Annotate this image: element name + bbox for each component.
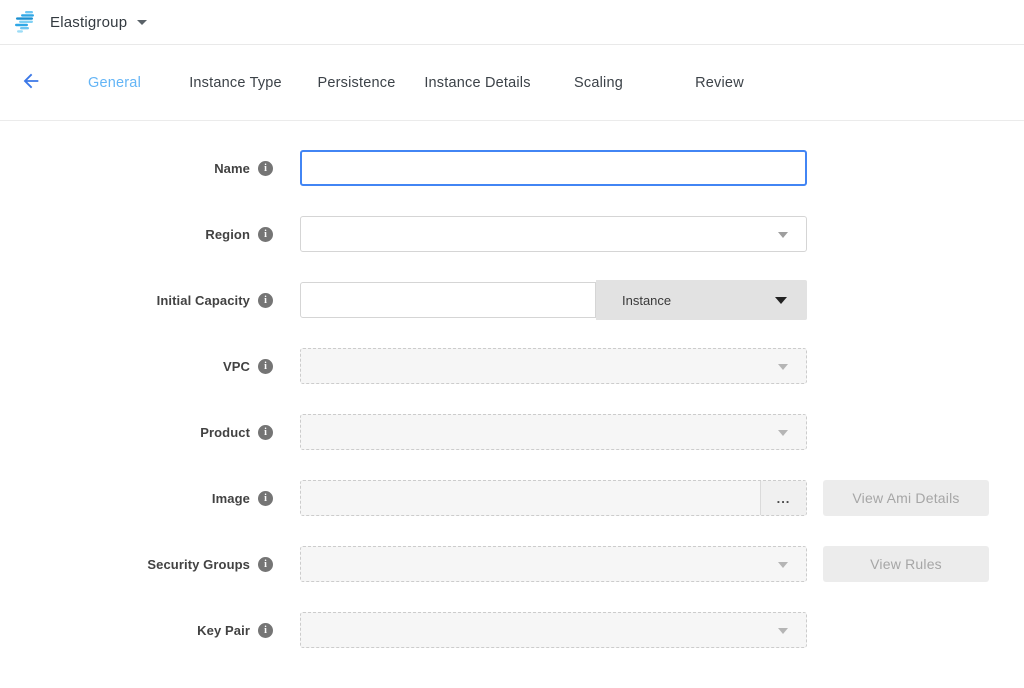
image-input-value — [301, 481, 760, 515]
form-row-vpc: VPC i — [0, 348, 1024, 384]
app-title[interactable]: Elastigroup — [50, 14, 127, 31]
elastigroup-logo-icon — [14, 10, 40, 34]
key-pair-label: Key Pair — [0, 623, 250, 638]
product-info-icon[interactable]: i — [258, 425, 273, 440]
chevron-down-icon — [778, 628, 788, 634]
arrow-left-icon — [20, 70, 42, 95]
tab-scaling[interactable]: Scaling — [538, 75, 659, 91]
image-input: ... — [300, 480, 807, 516]
wizard-tabs: General Instance Type Persistence Instan… — [54, 75, 780, 91]
form-row-initial-capacity: Initial Capacity i Instance — [0, 282, 1024, 318]
chevron-down-icon — [778, 232, 788, 238]
view-rules-button[interactable]: View Rules — [823, 546, 989, 582]
tab-instance-details[interactable]: Instance Details — [417, 75, 538, 91]
wizard-tab-bar: General Instance Type Persistence Instan… — [0, 45, 1024, 121]
form-row-region: Region i — [0, 216, 1024, 252]
tab-general[interactable]: General — [54, 75, 175, 91]
tab-instance-type[interactable]: Instance Type — [175, 75, 296, 91]
image-info-icon[interactable]: i — [258, 491, 273, 506]
capacity-unit-select[interactable]: Instance — [596, 280, 807, 320]
initial-capacity-label: Initial Capacity — [0, 293, 250, 308]
image-label: Image — [0, 491, 250, 506]
tab-persistence[interactable]: Persistence — [296, 75, 417, 91]
chevron-down-icon — [775, 297, 787, 304]
security-groups-label: Security Groups — [0, 557, 250, 572]
key-pair-select — [300, 612, 807, 648]
chevron-down-icon — [778, 562, 788, 568]
general-settings-form: Name i Region i Initial Capacity i Insta… — [0, 121, 1024, 648]
security-groups-info-icon[interactable]: i — [258, 557, 273, 572]
form-row-image: Image i ... View Ami Details — [0, 480, 1024, 516]
initial-capacity-input[interactable] — [300, 282, 596, 318]
vpc-select — [300, 348, 807, 384]
product-label: Product — [0, 425, 250, 440]
name-info-icon[interactable]: i — [258, 161, 273, 176]
app-menu-caret-icon[interactable] — [137, 20, 147, 25]
security-groups-select — [300, 546, 807, 582]
chevron-down-icon — [778, 364, 788, 370]
form-row-name: Name i — [0, 150, 1024, 186]
capacity-unit-value: Instance — [622, 293, 671, 308]
name-input[interactable] — [300, 150, 807, 186]
product-select — [300, 414, 807, 450]
region-label: Region — [0, 227, 250, 242]
region-select[interactable] — [300, 216, 807, 252]
region-info-icon[interactable]: i — [258, 227, 273, 242]
form-row-product: Product i — [0, 414, 1024, 450]
vpc-label: VPC — [0, 359, 250, 374]
initial-capacity-info-icon[interactable]: i — [258, 293, 273, 308]
chevron-down-icon — [778, 430, 788, 436]
name-label: Name — [0, 161, 250, 176]
form-row-security-groups: Security Groups i View Rules — [0, 546, 1024, 582]
image-browse-button[interactable]: ... — [760, 481, 806, 515]
view-ami-details-button[interactable]: View Ami Details — [823, 480, 989, 516]
tab-review[interactable]: Review — [659, 75, 780, 91]
key-pair-info-icon[interactable]: i — [258, 623, 273, 638]
form-row-key-pair: Key Pair i — [0, 612, 1024, 648]
app-header: Elastigroup — [0, 0, 1024, 45]
back-button[interactable] — [18, 70, 44, 96]
vpc-info-icon[interactable]: i — [258, 359, 273, 374]
